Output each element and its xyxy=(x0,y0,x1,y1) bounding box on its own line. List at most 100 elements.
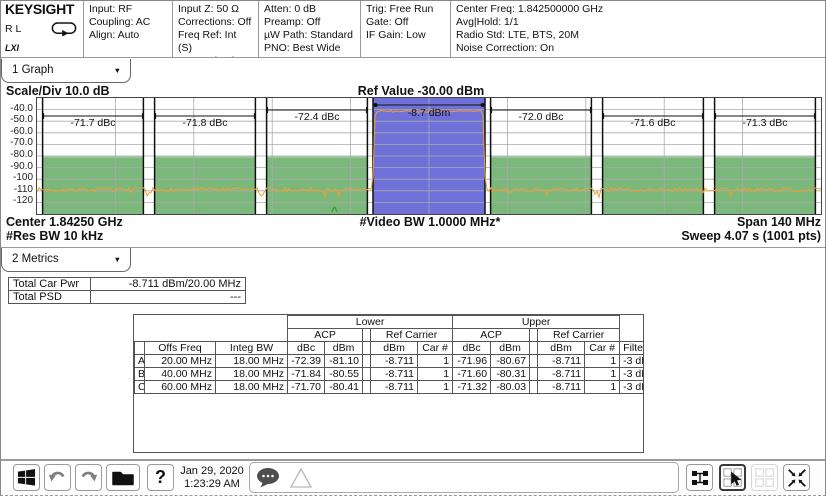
y-axis-tick: -70.0 xyxy=(1,137,33,148)
offset-segment-region xyxy=(43,156,144,214)
acp-cell: 1 xyxy=(418,368,453,381)
attenuation-settings: Atten: 0 dBPreamp: OffµW Path: StandardP… xyxy=(259,1,361,57)
offset-segment-region xyxy=(155,156,256,214)
acp-cell: 18.00 MHz xyxy=(216,368,288,381)
offset-segment-region xyxy=(267,156,368,214)
dropdown-caret-icon: ▼ xyxy=(114,60,121,82)
collapse-view-button[interactable] xyxy=(783,464,810,491)
acp-row-id: C xyxy=(135,381,145,394)
status-line: Align: Auto xyxy=(89,29,167,42)
window-grid-icon xyxy=(754,467,776,489)
sequencer-icon xyxy=(690,468,710,488)
y-axis-tick: -50.0 xyxy=(1,114,33,125)
acp-col-header xyxy=(135,342,145,355)
acp-cell: -8.711 xyxy=(538,381,585,394)
impedance-settings: Input Z: 50 ΩCorrections: OffFreq Ref: I… xyxy=(173,1,259,57)
acp-cell: -80.31 xyxy=(491,368,530,381)
metric-label: Total PSD xyxy=(9,291,91,304)
acp-cell: 1 xyxy=(585,355,620,368)
acp-cell xyxy=(530,355,538,368)
message-area[interactable] xyxy=(249,462,679,493)
total-psd-row: Total PSD --- xyxy=(9,291,246,304)
analyzer-screen: KEYSIGHT R L LXI Input: RFCoupling: ACAl… xyxy=(0,0,826,496)
acp-cell xyxy=(363,381,371,394)
lxi-label: LXI xyxy=(5,42,79,55)
acp-cell xyxy=(363,355,371,368)
acp-cell: -3 dB xyxy=(620,355,644,368)
logo-row: R L xyxy=(5,21,79,38)
acp-cell: 20.00 MHz xyxy=(145,355,216,368)
status-line: Corrections: Off xyxy=(178,16,253,29)
graph-selector-dropdown[interactable]: 1 Graph ▼ xyxy=(1,59,131,83)
acp-row: A20.00 MHz18.00 MHz-72.39-81.10-8.7111-7… xyxy=(135,355,644,368)
video-bw-label: #Video BW 1.0000 MHz* xyxy=(315,215,545,229)
acp-cell: -71.32 xyxy=(453,381,491,394)
sub-header-row: ACP Ref Carrier ACP Ref Carrier xyxy=(135,329,644,342)
spectrum-plot[interactable]: -71.7 dBc-71.8 dBc-72.4 dBc-72.0 dBc-71.… xyxy=(36,97,822,215)
segment-annotation: -71.8 dBc xyxy=(183,117,228,129)
acp-cell xyxy=(530,381,538,394)
acp-cell: -71.96 xyxy=(453,355,491,368)
acp-col-header: Filter xyxy=(620,342,644,355)
acp-row-id: B xyxy=(135,368,145,381)
span-label: Span 140 MHz xyxy=(621,215,821,229)
status-line: Coupling: AC xyxy=(89,16,167,29)
y-axis-tick: -60.0 xyxy=(1,126,33,137)
sequencer-button[interactable] xyxy=(686,464,713,491)
status-line: Input Z: 50 Ω xyxy=(178,3,253,16)
y-axis-tick: -90.0 xyxy=(1,161,33,172)
spectrum-chart: -71.7 dBc-71.8 dBc-72.4 dBc-72.0 dBc-71.… xyxy=(37,98,821,214)
status-line: Gate: Off xyxy=(366,16,445,29)
status-line: Trig: Free Run xyxy=(366,3,445,16)
date-time[interactable]: Jan 29, 2020 1:23:29 AM xyxy=(177,465,247,491)
acp-col-header: Car # xyxy=(585,342,620,355)
undo-button[interactable] xyxy=(44,464,71,491)
total-car-pwr-row: Total Car Pwr -8.711 dBm/20.00 MHz xyxy=(9,278,246,291)
status-line: Radio Std: LTE, BTS, 20M xyxy=(456,29,820,42)
status-header: KEYSIGHT R L LXI Input: RFCoupling: ACAl… xyxy=(1,1,825,58)
touch-grid-icon xyxy=(722,467,744,489)
frequency-settings: Center Freq: 1.842500000 GHzAvg|Hold: 1/… xyxy=(451,1,825,57)
acp-cell: -80.41 xyxy=(325,381,363,394)
segment-annotation: -71.7 dBc xyxy=(71,117,116,129)
offset-segment-region xyxy=(491,156,592,214)
acp-cell xyxy=(363,368,371,381)
acp-cell: 1 xyxy=(585,381,620,394)
metrics-selector-dropdown[interactable]: 2 Metrics ▼ xyxy=(1,248,131,272)
brand-name: KEYSIGHT xyxy=(5,3,79,16)
status-line: Preamp: Off xyxy=(264,16,355,29)
continuous-sweep-icon xyxy=(51,21,77,38)
acp-row: C60.00 MHz18.00 MHz-71.70-80.41-8.7111-7… xyxy=(135,381,644,394)
keysight-logo: KEYSIGHT R L LXI xyxy=(1,1,84,57)
acp-cell: -8.711 xyxy=(371,381,418,394)
upper-group-header: Upper xyxy=(453,316,620,329)
segment-annotation: -71.6 dBc xyxy=(631,117,676,129)
help-button[interactable]: ? xyxy=(147,464,174,491)
carrier-annotation: -8.7 dBm xyxy=(408,107,451,119)
offset-segment-region xyxy=(603,156,704,214)
window-arrange-button xyxy=(751,464,778,491)
group-header-row: Lower Upper xyxy=(135,316,644,329)
segment-annotation: -72.4 dBc xyxy=(295,111,340,123)
y-axis-tick: -110 xyxy=(1,184,33,195)
status-line: NFE: Adaptive xyxy=(178,55,253,57)
lower-group-header: Lower xyxy=(288,316,453,329)
status-line: Noise Correction: On xyxy=(456,42,820,55)
help-icon: ? xyxy=(155,467,166,488)
file-button[interactable] xyxy=(106,464,140,491)
acp-cell: 1 xyxy=(418,381,453,394)
acp-cell: -8.711 xyxy=(538,355,585,368)
collapse-arrows-icon xyxy=(786,467,808,489)
touch-screen-button[interactable] xyxy=(719,464,746,491)
acp-cell: -72.39 xyxy=(288,355,325,368)
status-line: µW Path: Standard xyxy=(264,29,355,42)
status-line: Atten: 0 dB xyxy=(264,3,355,16)
date-label: Jan 29, 2020 xyxy=(177,465,247,478)
acp-cell: 60.00 MHz xyxy=(145,381,216,394)
redo-button[interactable] xyxy=(75,464,102,491)
windows-menu-button[interactable] xyxy=(13,464,40,491)
acp-col-header: Offs Freq xyxy=(145,342,216,355)
acp-row: B40.00 MHz18.00 MHz-71.84-80.55-8.7111-7… xyxy=(135,368,644,381)
time-label: 1:23:29 AM xyxy=(177,478,247,491)
acp-cell: -80.03 xyxy=(491,381,530,394)
